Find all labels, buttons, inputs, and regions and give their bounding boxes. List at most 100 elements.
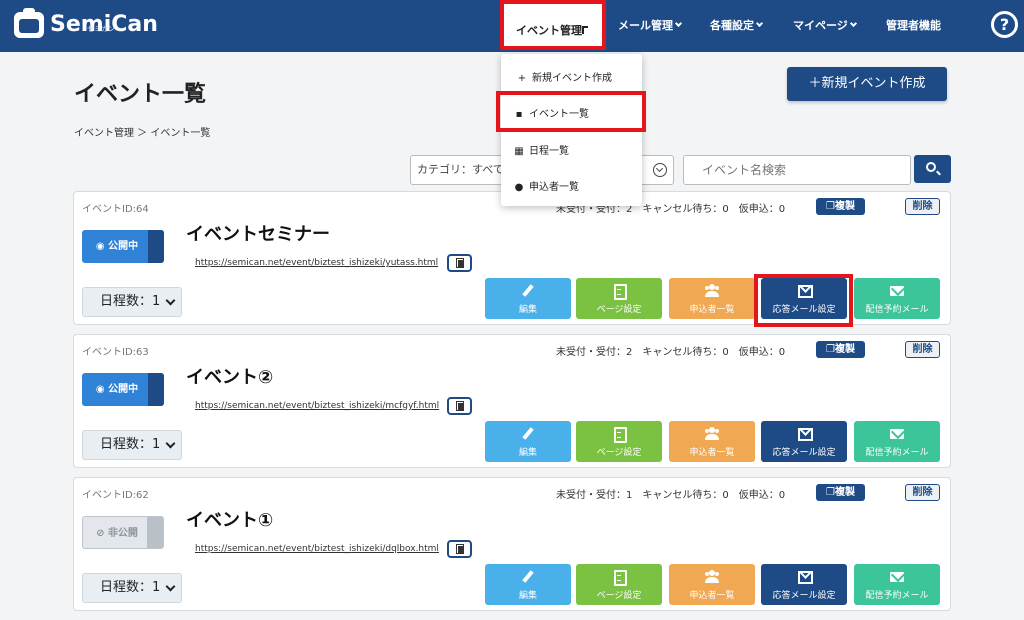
nav-event-management[interactable]: イベント管理 (500, 0, 606, 50)
reply-mail-settings-button[interactable]: 応答メール設定 (761, 564, 847, 605)
reply-mail-label: 応答メール設定 (772, 448, 836, 458)
scheduled-mail-label: 配信予約メール (865, 591, 929, 601)
applicant-list-label: 申込者一覧 (689, 448, 735, 458)
chevron-down-icon (165, 581, 176, 592)
page-settings-button[interactable]: ページ設定 (576, 278, 662, 319)
page-settings-button[interactable]: ページ設定 (576, 421, 662, 462)
delete-button[interactable]: 削除 (905, 198, 940, 215)
scheduled-mail-label: 配信予約メール (865, 305, 929, 315)
highlight-box (754, 274, 853, 327)
event-title: イベント② (186, 367, 274, 388)
edit-button[interactable]: 編集 (485, 564, 571, 605)
dropdown-label: 申込者一覧 (529, 182, 579, 193)
copy-url-button[interactable] (447, 540, 472, 558)
duplicate-button[interactable]: ❐複製 (816, 484, 865, 501)
nav-mail-management[interactable]: メール管理 (618, 0, 683, 52)
status-badge[interactable]: ◉ 公開中 (82, 230, 164, 263)
nav-mypage[interactable]: マイページ (793, 0, 857, 52)
copy-icon: ❐ (826, 487, 835, 498)
applicant-list-button[interactable]: 申込者一覧 (669, 564, 755, 605)
event-title: イベント① (186, 510, 274, 531)
delete-button[interactable]: 削除 (905, 484, 940, 501)
users-icon: ● (514, 182, 524, 193)
event-url-link[interactable]: https://semican.net/event/biztest_ishize… (195, 401, 439, 411)
status-badge[interactable]: ◉ 公開中 (82, 373, 164, 406)
event-id: イベントID:64 (82, 204, 149, 215)
search-button[interactable] (914, 155, 951, 183)
dropdown-item-applicant-list[interactable]: ● 申込者一覧 (501, 178, 642, 193)
copy-url-button[interactable] (447, 254, 472, 272)
duplicate-label: 複製 (834, 344, 855, 355)
page-settings-label: ページ設定 (596, 591, 642, 601)
copy-url-button[interactable] (447, 397, 472, 415)
status-badge[interactable]: ⊘ 非公開 (82, 516, 164, 549)
event-url-link[interactable]: https://semican.net/event/biztest_ishize… (195, 544, 439, 554)
highlight-box (496, 91, 646, 132)
brand-subtitle: セミカン (87, 25, 115, 33)
pencil-icon (521, 570, 535, 583)
chevron-down-icon (755, 19, 764, 28)
applicant-list-label: 申込者一覧 (689, 305, 735, 315)
users-icon (705, 284, 719, 297)
schedule-count-dropdown[interactable]: 日程数：1 (82, 430, 182, 460)
envelope-icon (890, 570, 904, 583)
schedule-count-dropdown[interactable]: 日程数：1 (82, 573, 182, 603)
dropdown-item-schedule-list[interactable]: ▦ 日程一覧 (501, 142, 642, 157)
edit-button[interactable]: 編集 (485, 421, 571, 462)
schedule-count-label: 日程数：1 (100, 437, 161, 452)
duplicate-button[interactable]: ❐複製 (816, 341, 865, 358)
scheduled-mail-button[interactable]: 配信予約メール (854, 278, 940, 319)
schedule-count-dropdown[interactable]: 日程数：1 (82, 287, 182, 317)
scheduled-mail-button[interactable]: 配信予約メール (854, 564, 940, 605)
search-icon (926, 162, 936, 172)
applicant-list-button[interactable]: 申込者一覧 (669, 421, 755, 462)
chevron-down-icon (849, 19, 857, 28)
edit-label: 編集 (518, 448, 537, 458)
eye-icon: ◉ (95, 384, 105, 395)
users-icon (705, 427, 719, 440)
status-label: 非公開 (107, 528, 138, 539)
edit-label: 編集 (518, 305, 537, 315)
category-select-value: カテゴリ：すべて (417, 163, 504, 176)
page-settings-label: ページ設定 (596, 305, 642, 315)
event-stats: 未受付・受付：2 キャンセル待ち：0 仮申込：0 (556, 347, 786, 358)
nav-mail-label: メール管理 (618, 19, 673, 32)
nav-settings[interactable]: 各種設定 (710, 0, 764, 52)
duplicate-label: 複製 (834, 487, 855, 498)
nav-admin[interactable]: 管理者機能 (886, 0, 941, 52)
eye-icon: ◉ (95, 241, 105, 252)
applicant-list-button[interactable]: 申込者一覧 (669, 278, 755, 319)
document-icon (612, 570, 627, 586)
edit-button[interactable]: 編集 (485, 278, 571, 319)
pencil-icon (521, 284, 535, 297)
schedule-count-label: 日程数：1 (100, 580, 161, 595)
event-url-link[interactable]: https://semican.net/event/biztest_ishize… (195, 258, 438, 268)
scheduled-mail-button[interactable]: 配信予約メール (854, 421, 940, 462)
page-settings-button[interactable]: ページ設定 (576, 564, 662, 605)
chevron-down-icon (165, 295, 176, 306)
document-icon (612, 427, 627, 443)
chevron-down-icon (165, 438, 176, 449)
envelope-icon (890, 284, 904, 297)
event-id: イベントID:63 (82, 347, 149, 358)
nav-event-management-label: イベント管理 (516, 24, 582, 37)
mail-reply-icon (797, 570, 813, 584)
scheduled-mail-label: 配信予約メール (865, 448, 929, 458)
logo-icon (14, 8, 44, 38)
pencil-icon (521, 427, 535, 440)
delete-button[interactable]: 削除 (905, 341, 940, 358)
help-icon[interactable]: ? (991, 11, 1018, 38)
reply-mail-label: 応答メール設定 (772, 591, 836, 601)
reply-mail-settings-button[interactable]: 応答メール設定 (761, 421, 847, 462)
event-stats: 未受付・受付：1 キャンセル待ち：0 仮申込：0 (556, 490, 786, 501)
plus-icon: + (517, 73, 527, 84)
event-search-input[interactable] (683, 155, 911, 185)
logo[interactable]: SemiCan (14, 8, 158, 38)
nav-settings-label: 各種設定 (710, 19, 754, 32)
grid-calendar-icon: ▦ (514, 146, 524, 157)
dropdown-item-new-event[interactable]: + 新規イベント作成 (501, 69, 642, 84)
duplicate-button[interactable]: ❐複製 (816, 198, 865, 215)
breadcrumb: イベント管理 ＞ イベント一覧 (74, 128, 211, 139)
users-icon (705, 570, 719, 583)
new-event-button[interactable]: ＋新規イベント作成 (787, 67, 947, 101)
